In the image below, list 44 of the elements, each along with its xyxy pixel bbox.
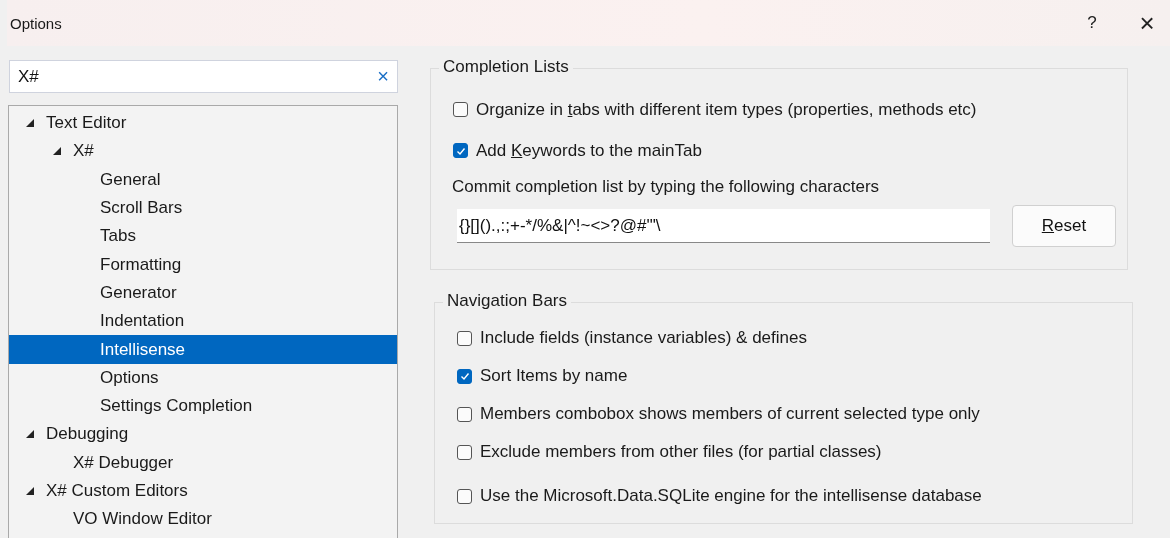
group-title: Completion Lists (439, 57, 573, 77)
window-title: Options (9, 14, 62, 32)
tree-item[interactable]: X# (9, 137, 397, 166)
check-icon (458, 370, 471, 382)
tree-item[interactable]: Settings Completion (9, 391, 397, 421)
checkbox[interactable] (457, 368, 472, 384)
option-label: Include fields (instance variables) & defines (480, 328, 807, 348)
checkbox[interactable] (457, 488, 472, 504)
checkbox[interactable] (457, 406, 472, 422)
group-title: Navigation Bars (443, 291, 571, 311)
tree-item[interactable]: Intellisense (9, 335, 397, 364)
tree-item[interactable]: Text Editor (9, 109, 397, 138)
option-label: Members combobox shows members of current selected type only (480, 404, 980, 424)
checkbox[interactable] (453, 102, 468, 117)
option-label: Organize in tabs with different item types (properties, methods etc) (476, 99, 977, 120)
tree-item[interactable]: Generator (9, 278, 397, 308)
close-button[interactable]: × (1124, 6, 1170, 40)
option-label: Exclude members from other files (for partial classes) (480, 442, 882, 462)
expander-icon[interactable] (26, 119, 34, 128)
option-label: Add Keywords to the mainTab (476, 140, 702, 161)
option-label: Sort Items by name (480, 366, 628, 386)
tree-item[interactable]: VO Window Editor (9, 505, 397, 534)
tree-item[interactable]: Debugging (9, 420, 397, 449)
option-label: Use the Microsoft.Data.SQLite engine for the intellisense database (480, 486, 982, 506)
tree-item[interactable]: X# Debugger (9, 448, 397, 477)
clear-search-button[interactable]: × (369, 65, 397, 88)
expander-icon[interactable] (53, 147, 61, 156)
tree-item[interactable]: Options (9, 363, 397, 392)
tree-item[interactable]: Indentation (9, 307, 397, 336)
tree-item[interactable]: General (9, 165, 397, 194)
tree-item[interactable]: X# Custom Editors (9, 476, 397, 506)
tree-item[interactable]: Formatting (9, 250, 397, 279)
expander-icon[interactable] (26, 487, 34, 495)
search-field[interactable]: X# × (9, 60, 398, 93)
checkbox[interactable] (457, 444, 472, 460)
expander-icon[interactable] (26, 430, 34, 439)
field-label: Commit completion list by typing the following characters (452, 177, 881, 197)
reset-button[interactable]: Reset (1012, 205, 1116, 247)
help-button[interactable]: ? (1072, 12, 1112, 34)
commit-characters-field[interactable]: {}[]().,:;+-*/%&|^!~<>?@#'"\ (457, 209, 990, 243)
tree-item[interactable]: Tabs (9, 222, 397, 251)
tree-item[interactable]: Scroll Bars (9, 193, 397, 223)
checkbox[interactable] (457, 330, 472, 346)
checkbox[interactable] (453, 143, 468, 158)
